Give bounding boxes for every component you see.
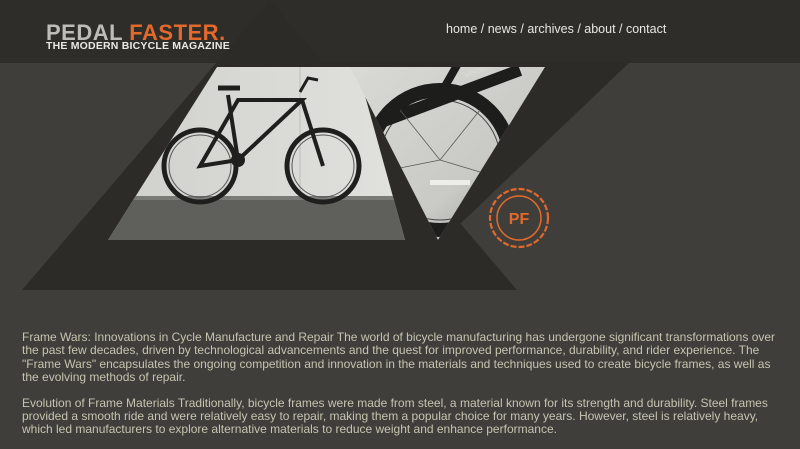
nav-home[interactable]: home bbox=[446, 22, 477, 36]
nav-about[interactable]: about bbox=[584, 22, 615, 36]
article-paragraph: Frame Wars: Innovations in Cycle Manufac… bbox=[22, 330, 776, 385]
article-body: Frame Wars: Innovations in Cycle Manufac… bbox=[22, 330, 782, 449]
pf-badge-icon: PF bbox=[488, 187, 550, 249]
nav-separator: / bbox=[477, 22, 488, 36]
nav-contact[interactable]: contact bbox=[626, 22, 666, 36]
nav-separator: / bbox=[516, 22, 528, 36]
nav-separator: / bbox=[615, 22, 626, 36]
nav-archives[interactable]: archives bbox=[527, 22, 574, 36]
nav-separator: / bbox=[573, 22, 585, 36]
badge-letters: PF bbox=[509, 211, 530, 228]
article-paragraph: Evolution of Frame Materials Traditional… bbox=[22, 395, 768, 437]
main-nav: home / news / archives / about / contact bbox=[446, 22, 666, 36]
nav-news[interactable]: news bbox=[488, 22, 517, 36]
site-tagline: THE MODERN BICYCLE MAGAZINE bbox=[46, 40, 230, 52]
